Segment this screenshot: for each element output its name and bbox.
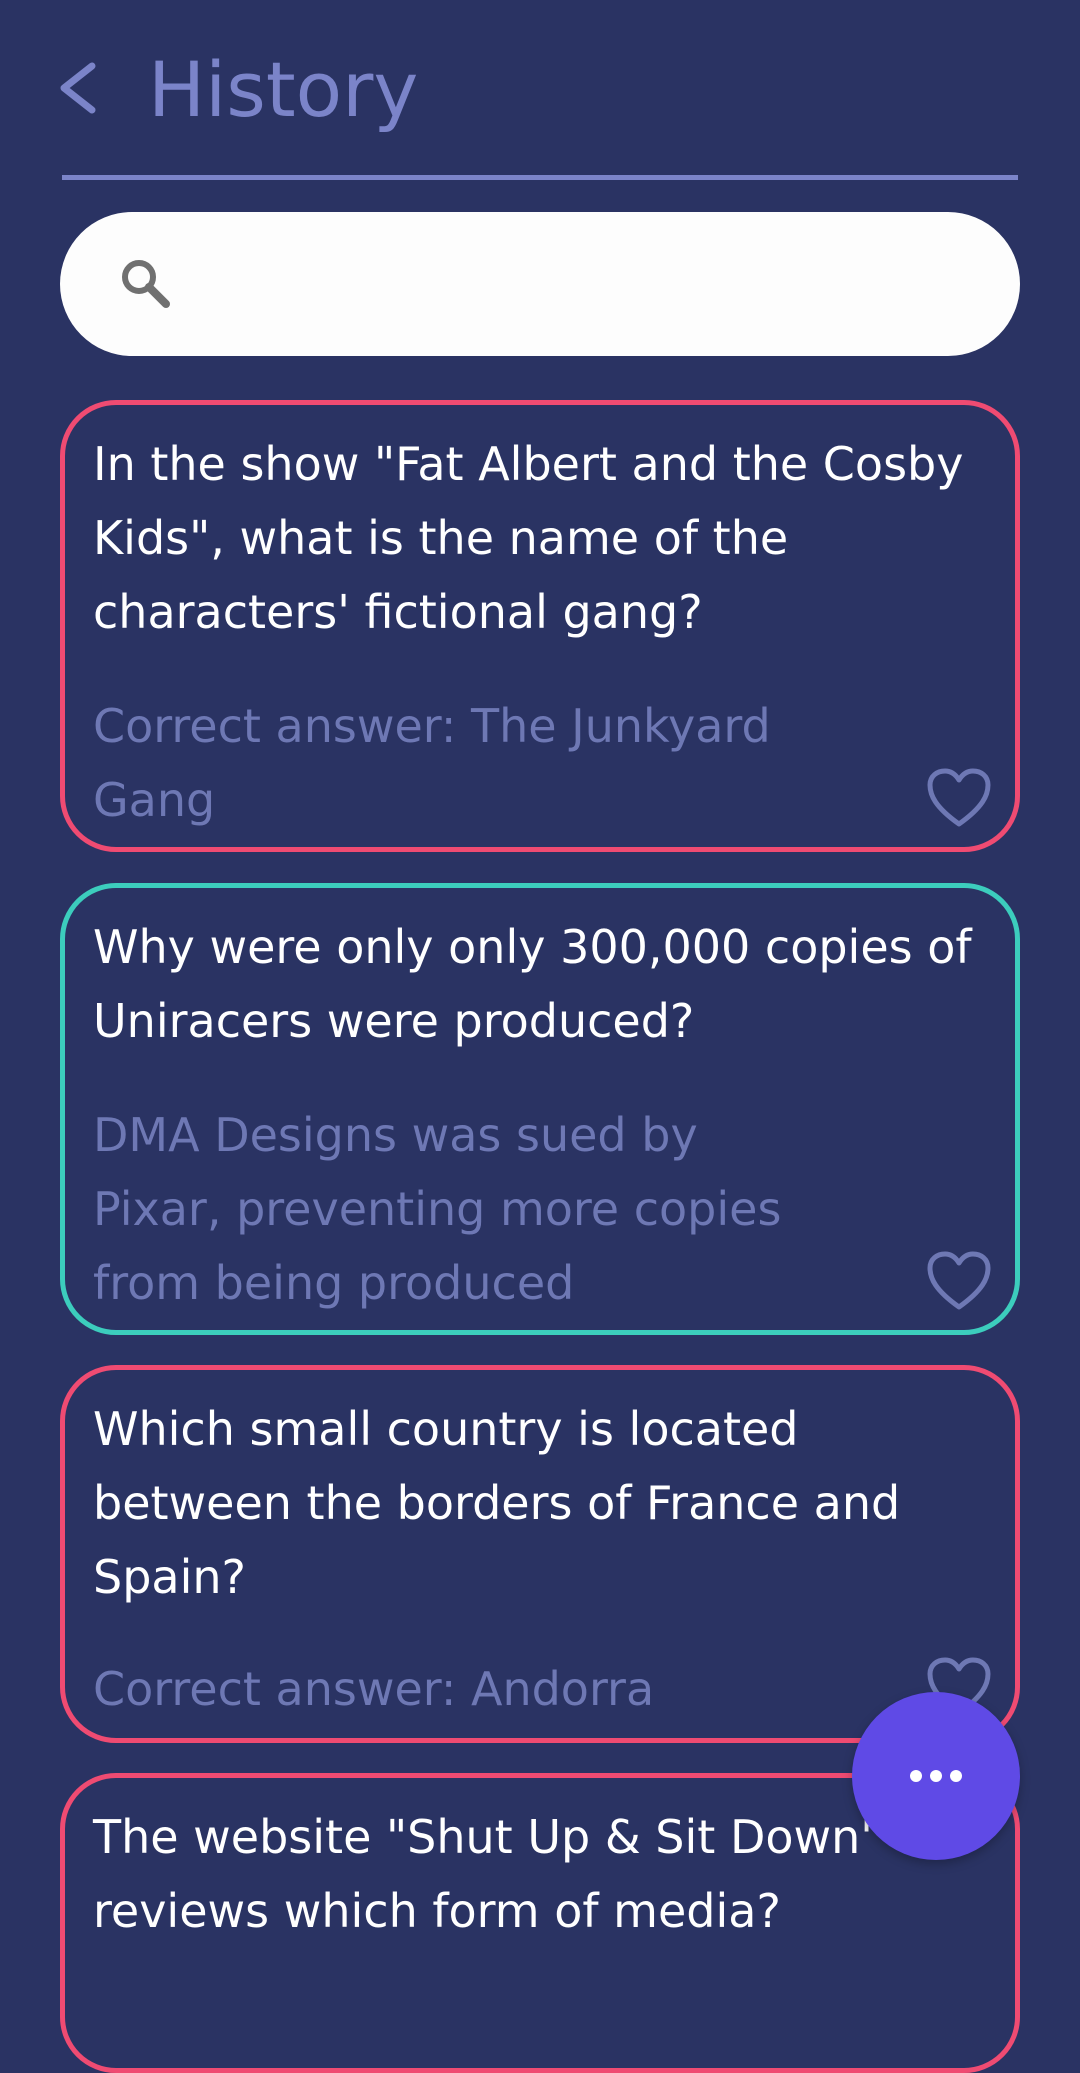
history-card[interactable]: Which small country is located between t…: [60, 1365, 1020, 1743]
card-answer: DMA Designs was sued by Pixar, preventin…: [93, 1108, 782, 1310]
card-question: The website "Shut Up & Sit Down" reviews…: [93, 1810, 882, 1938]
more-horizontal-icon: [910, 1770, 962, 1782]
page-title: History: [148, 45, 419, 134]
search-icon: [122, 260, 170, 308]
header: History: [0, 0, 1080, 180]
chevron-left-icon: [60, 62, 96, 114]
header-divider: [62, 175, 1018, 180]
card-question: Why were only only 300,000 copies of Uni…: [93, 920, 972, 1048]
more-options-button[interactable]: [852, 1692, 1020, 1860]
card-question: In the show "Fat Albert and the Cosby Ki…: [93, 437, 964, 639]
history-card[interactable]: In the show "Fat Albert and the Cosby Ki…: [60, 400, 1020, 852]
back-button[interactable]: [52, 58, 112, 118]
heart-icon[interactable]: [925, 1250, 993, 1312]
card-question: Which small country is located between t…: [93, 1402, 901, 1604]
search-input[interactable]: [200, 236, 984, 334]
history-card[interactable]: Why were only only 300,000 copies of Uni…: [60, 883, 1020, 1335]
card-answer: Correct answer: Andorra: [93, 1662, 655, 1716]
heart-icon[interactable]: [925, 767, 993, 829]
card-answer: Correct answer: The Junkyard Gang: [93, 699, 771, 827]
